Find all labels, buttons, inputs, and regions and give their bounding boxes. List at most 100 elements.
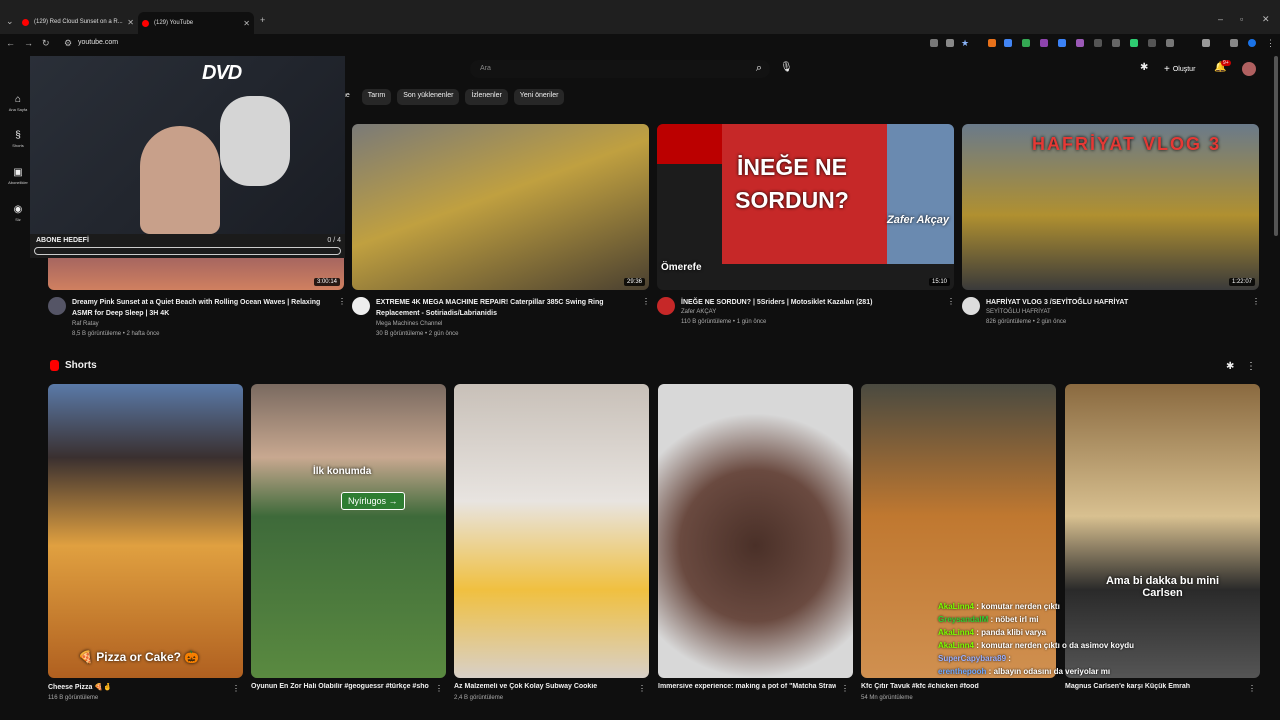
- short-card[interactable]: 🍕 Pizza or Cake? 🎃: [48, 384, 243, 678]
- more-options-icon[interactable]: ⋮: [638, 684, 646, 693]
- thumb-text: Zafer Akçay: [887, 214, 949, 226]
- shorts-feedback-icon[interactable]: ✱: [1226, 361, 1234, 372]
- extension-icon[interactable]: [1230, 39, 1238, 47]
- video-title[interactable]: İNEĞE NE SORDUN? | 5Sriders | Motosiklet…: [681, 297, 931, 308]
- tab-list-icon[interactable]: ⌄: [6, 16, 14, 27]
- close-tab-icon[interactable]: ✕: [243, 19, 250, 28]
- shorts-section-header: Shorts: [50, 360, 97, 371]
- duration-badge: 15:10: [928, 278, 950, 286]
- extension-icon[interactable]: [930, 39, 938, 47]
- browser-tab-2[interactable]: (129) YouTube ✕: [138, 12, 254, 34]
- more-options-icon[interactable]: ⋮: [1252, 297, 1260, 306]
- extension-icon[interactable]: [1094, 39, 1102, 47]
- account-avatar[interactable]: [1242, 62, 1256, 76]
- search-icon[interactable]: ⌕: [756, 62, 762, 75]
- short-title[interactable]: Cheese Pizza 🍕🤞: [48, 683, 226, 691]
- chat-message: AkaLinn4 : komutar nerden çıktı o da asi…: [938, 639, 1188, 652]
- extension-icon[interactable]: [1166, 39, 1174, 47]
- short-title[interactable]: Az Malzemeli ve Çok Kolay Subway Cookie: [454, 683, 632, 690]
- short-card[interactable]: İlk konumda Nyírlugos →: [251, 384, 446, 678]
- thumb-text: HAFRİYAT VLOG 3: [1032, 134, 1222, 154]
- extension-icon[interactable]: [946, 39, 954, 47]
- video-meta: 826 görüntüleme • 2 gün önce: [986, 319, 1067, 325]
- url-field[interactable]: youtube.com: [78, 39, 118, 46]
- minimize-icon[interactable]: –: [1218, 14, 1223, 24]
- more-options-icon[interactable]: ⋮: [232, 684, 240, 693]
- maximize-icon[interactable]: ▫: [1240, 14, 1243, 24]
- page-scrollbar[interactable]: [1274, 56, 1278, 236]
- browser-menu-icon[interactable]: ⋮: [1266, 38, 1275, 49]
- video-thumbnail[interactable]: 29:36: [352, 124, 649, 290]
- chat-username: GreysandalM: [938, 615, 989, 624]
- thumb-text: SORDUN?: [735, 187, 849, 213]
- rail-label: Siz: [15, 217, 21, 222]
- short-card[interactable]: [658, 384, 853, 678]
- short-title[interactable]: Magnus Carlsen'e karşı Küçük Emrah: [1065, 683, 1243, 690]
- short-card[interactable]: [454, 384, 649, 678]
- reload-icon[interactable]: ↻: [42, 38, 50, 49]
- extension-icon[interactable]: [1076, 39, 1084, 47]
- short-title[interactable]: Immersive experience: making a pot of "M…: [658, 683, 836, 690]
- chat-message: AkaLinn4 : komutar nerden çıktı: [938, 600, 1188, 613]
- goal-progress-track: [34, 247, 341, 255]
- search-input[interactable]: Ara: [480, 65, 491, 72]
- short-title[interactable]: Oyunun En Zor Hali Olabilir #geoguessr #…: [251, 683, 429, 690]
- video-info: HAFRİYAT VLOG 3 /SEYİTOĞLU HAFRİYAT SEYİ…: [962, 297, 1260, 341]
- new-tab-icon[interactable]: +: [260, 15, 265, 25]
- forward-icon[interactable]: →: [24, 38, 33, 48]
- chip[interactable]: Tarım: [361, 89, 392, 105]
- more-options-icon[interactable]: ⋮: [947, 297, 955, 306]
- more-options-icon[interactable]: ⋮: [435, 684, 443, 693]
- back-icon[interactable]: ←: [6, 38, 15, 48]
- cast-icon[interactable]: ✱: [1140, 62, 1148, 73]
- search-box[interactable]: Ara ⌕: [470, 60, 770, 78]
- site-info-icon[interactable]: ⚙: [64, 38, 72, 49]
- video-title[interactable]: Dreamy Pink Sunset at a Quiet Beach with…: [72, 297, 332, 319]
- video-thumbnail[interactable]: İNEĞE NE SORDUN? Zafer Akçay Ömerefe 15:…: [657, 124, 954, 290]
- channel-name[interactable]: Raf Ratay: [72, 321, 99, 327]
- extension-icon[interactable]: [1058, 39, 1066, 47]
- channel-avatar[interactable]: [657, 297, 675, 315]
- more-options-icon[interactable]: ⋮: [642, 297, 650, 306]
- extension-icon[interactable]: [988, 39, 996, 47]
- more-options-icon[interactable]: ⋮: [338, 297, 346, 306]
- chip[interactable]: Son yüklenenler: [397, 89, 460, 105]
- chip[interactable]: İzlenenler: [465, 89, 508, 105]
- microphone-icon[interactable]: 🎙: [780, 62, 793, 73]
- channel-name[interactable]: SEYİTOĞLU HAFRİYAT: [986, 309, 1051, 315]
- extension-icon[interactable]: [1148, 39, 1156, 47]
- more-options-icon[interactable]: ⋮: [1248, 684, 1256, 693]
- channel-name[interactable]: Zafer AKÇAY: [681, 309, 716, 315]
- extensions-puzzle-icon[interactable]: [1202, 39, 1210, 47]
- extension-icon[interactable]: [1112, 39, 1120, 47]
- close-tab-icon[interactable]: ✕: [127, 18, 134, 27]
- browser-tab-1[interactable]: (129) Red Cloud Sunset on a R... ✕: [22, 14, 134, 30]
- video-title[interactable]: HAFRİYAT VLOG 3 /SEYİTOĞLU HAFRİYAT: [986, 297, 1236, 308]
- channel-avatar[interactable]: [962, 297, 980, 315]
- video-thumbnail[interactable]: HAFRİYAT VLOG 3 1:22:07: [962, 124, 1259, 290]
- profile-icon[interactable]: [1248, 39, 1256, 47]
- video-title[interactable]: EXTREME 4K MEGA MACHINE REPAIR! Caterpil…: [376, 297, 626, 319]
- video-info: İNEĞE NE SORDUN? | 5Sriders | Motosiklet…: [657, 297, 955, 341]
- webcam-overlay: DVD: [30, 56, 345, 234]
- streamer-figure: [140, 126, 220, 234]
- short-title[interactable]: Kfc Çıtır Tavuk #kfc #chicken #food: [861, 683, 1039, 690]
- close-window-icon[interactable]: ✕: [1262, 14, 1270, 25]
- create-button[interactable]: + Oluştur: [1158, 61, 1201, 77]
- more-options-icon[interactable]: ⋮: [841, 684, 849, 693]
- browser-tab-strip: ⌄ (129) Red Cloud Sunset on a R... ✕ (12…: [0, 0, 1280, 34]
- chat-username: SuperCapybara89: [938, 654, 1007, 663]
- shorts-more-icon[interactable]: ⋮: [1246, 361, 1256, 372]
- channel-avatar[interactable]: [48, 297, 66, 315]
- extension-icon[interactable]: [1040, 39, 1048, 47]
- extension-icon[interactable]: [1130, 39, 1138, 47]
- dvd-logo: DVD: [202, 62, 242, 84]
- chip[interactable]: Yeni öneriler: [513, 89, 565, 105]
- channel-avatar[interactable]: [352, 297, 370, 315]
- bookmark-star-icon[interactable]: ★: [961, 38, 969, 49]
- chat-username: AkaLinn4: [938, 602, 975, 611]
- channel-name[interactable]: Mega Machines Channel: [376, 321, 442, 327]
- chat-text: : albayın odasını da veriyolar mı: [986, 667, 1111, 676]
- extension-icon[interactable]: [1022, 39, 1030, 47]
- extension-icon[interactable]: [1004, 39, 1012, 47]
